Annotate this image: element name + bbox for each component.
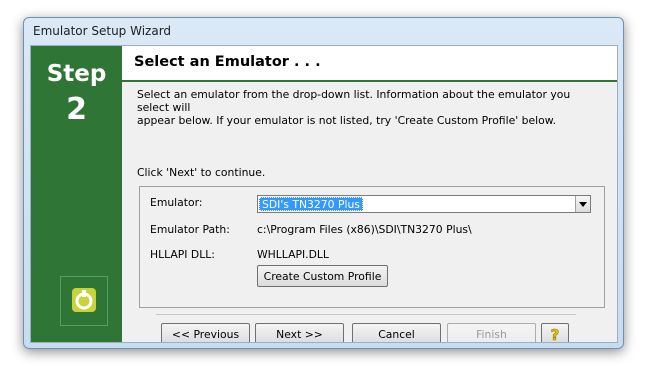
emulator-selected-value: SDI's TN3270 Plus <box>259 197 363 211</box>
cancel-button[interactable]: Cancel <box>352 323 441 342</box>
instructions-line-2: appear below. If your emulator is not li… <box>137 114 557 127</box>
instructions: Select an emulator from the drop-down li… <box>137 88 597 127</box>
emulator-group: Emulator: SDI's TN3270 Plus Emulator Pat… <box>139 186 605 308</box>
continue-hint: Click 'Next' to continue. <box>137 166 266 179</box>
wizard-window: Emulator Setup Wizard Step 2 Select an E… <box>23 17 624 349</box>
button-separator <box>156 314 576 315</box>
step-number: 2 <box>66 92 87 127</box>
instructions-line-1: Select an emulator from the drop-down li… <box>137 88 571 114</box>
hllapi-dll-label: HLLAPI DLL: <box>150 248 215 261</box>
help-button[interactable]: ? <box>541 323 569 342</box>
chevron-down-icon <box>579 201 587 207</box>
product-logo-icon <box>72 288 96 312</box>
page-header: Select an Emulator . . . <box>122 46 617 82</box>
emulator-path-label: Emulator Path: <box>150 223 230 236</box>
logo-frame <box>60 276 108 326</box>
emulator-dropdown[interactable]: SDI's TN3270 Plus <box>257 195 591 213</box>
step-label: Step <box>46 61 107 87</box>
dropdown-arrow[interactable] <box>575 196 590 212</box>
emulator-path-value: c:\Program Files (x86)\SDI\TN3270 Plus\ <box>257 223 472 236</box>
step-panel: Step 2 <box>31 46 122 342</box>
window-title: Emulator Setup Wizard <box>33 24 172 38</box>
hllapi-dll-value: WHLLAPI.DLL <box>257 248 329 261</box>
finish-button[interactable]: Finish <box>447 323 536 342</box>
create-custom-profile-button[interactable]: Create Custom Profile <box>257 265 388 287</box>
previous-button[interactable]: << Previous <box>161 323 250 342</box>
next-button[interactable]: Next >> <box>255 323 344 342</box>
emulator-label: Emulator: <box>150 196 203 209</box>
svg-text:?: ? <box>551 326 560 342</box>
help-icon: ? <box>550 326 560 342</box>
title-bar[interactable]: Emulator Setup Wizard <box>24 18 623 45</box>
page-title: Select an Emulator . . . <box>134 54 321 70</box>
wizard-client-area: Step 2 Select an Emulator . . . Select a… <box>30 45 618 343</box>
